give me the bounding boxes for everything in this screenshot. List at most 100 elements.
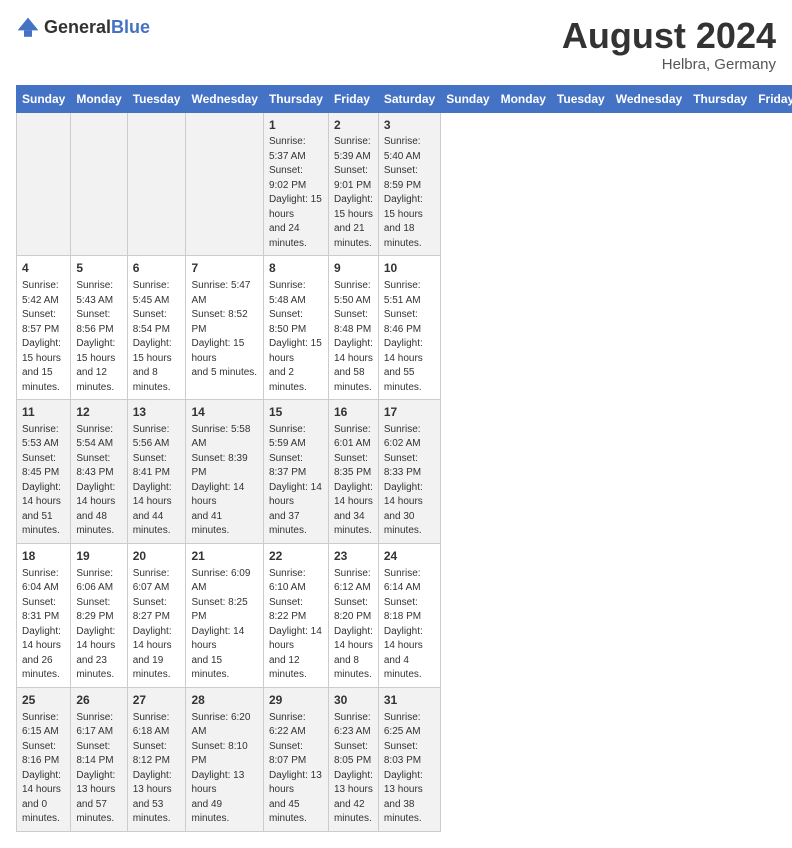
calendar-cell: 23 Sunrise: 6:12 AM Sunset: 8:20 PM Dayli…: [328, 543, 378, 687]
day-info: Sunrise: 5:58 AM Sunset: 8:39 PM Dayligh…: [191, 423, 257, 539]
day-info: Sunrise: 5:53 AM Sunset: 8:45 PM Dayligh…: [22, 423, 65, 539]
day-number: 9: [334, 260, 373, 277]
day-info: Sunrise: 6:07 AM Sunset: 8:27 PM Dayligh…: [133, 567, 181, 683]
day-number: 11: [22, 404, 65, 421]
day-info: Sunrise: 6:22 AM Sunset: 8:07 PM Dayligh…: [269, 711, 323, 827]
col-header-friday: Friday: [753, 85, 792, 112]
day-info: Sunrise: 6:06 AM Sunset: 8:29 PM Dayligh…: [76, 567, 121, 683]
day-info: Sunrise: 6:15 AM Sunset: 8:16 PM Dayligh…: [22, 711, 65, 827]
logo-blue-text: Blue: [111, 17, 150, 37]
col-header-tuesday: Tuesday: [127, 85, 186, 112]
calendar-cell: 30 Sunrise: 6:23 AM Sunset: 8:05 PM Dayli…: [328, 687, 378, 831]
day-number: 22: [269, 548, 323, 565]
logo-icon: [16, 16, 40, 40]
day-info: Sunrise: 6:12 AM Sunset: 8:20 PM Dayligh…: [334, 567, 373, 683]
calendar-cell: 16Sunrise: 6:01 AM Sunset: 8:35 PM Dayli…: [328, 400, 378, 544]
calendar-cell: 15Sunrise: 5:59 AM Sunset: 8:37 PM Dayli…: [263, 400, 328, 544]
day-number: 24: [384, 548, 435, 565]
calendar-cell: 27Sunrise: 6:18 AM Sunset: 8:12 PM Dayli…: [127, 687, 186, 831]
calendar-cell: 6Sunrise: 5:45 AM Sunset: 8:54 PM Daylig…: [127, 256, 186, 400]
logo-general-text: General: [44, 17, 111, 37]
page-header: GeneralBlue August 2024 Helbra, Germany: [16, 16, 776, 73]
calendar-week-row: 4Sunrise: 5:42 AM Sunset: 8:57 PM Daylig…: [17, 256, 792, 400]
calendar-cell: 4Sunrise: 5:42 AM Sunset: 8:57 PM Daylig…: [17, 256, 71, 400]
calendar-cell: 9 Sunrise: 5:50 AM Sunset: 8:48 PM Daylig…: [328, 256, 378, 400]
day-number: 19: [76, 548, 121, 565]
col-header-monday: Monday: [495, 85, 551, 112]
day-number: 31: [384, 692, 435, 709]
day-number: 7: [191, 260, 257, 277]
day-info: Sunrise: 5:56 AM Sunset: 8:41 PM Dayligh…: [133, 423, 181, 539]
calendar-cell: 26 Sunrise: 6:17 AM Sunset: 8:14 PM Dayli…: [71, 687, 127, 831]
day-number: 28: [191, 692, 257, 709]
title-block: August 2024 Helbra, Germany: [562, 16, 776, 73]
month-title: August 2024: [562, 16, 776, 56]
day-number: 25: [22, 692, 65, 709]
day-number: 2: [334, 117, 373, 134]
calendar-cell: [71, 112, 127, 256]
day-number: 27: [133, 692, 181, 709]
day-info: Sunrise: 5:43 AM Sunset: 8:56 PM Dayligh…: [76, 279, 121, 395]
col-header-sunday: Sunday: [17, 85, 71, 112]
day-info: Sunrise: 5:45 AM Sunset: 8:54 PM Dayligh…: [133, 279, 181, 395]
calendar-cell: 12 Sunrise: 5:54 AM Sunset: 8:43 PM Dayli…: [71, 400, 127, 544]
col-header-wednesday: Wednesday: [186, 85, 263, 112]
col-header-thursday: Thursday: [688, 85, 753, 112]
day-info: Sunrise: 6:09 AM Sunset: 8:25 PM Dayligh…: [191, 567, 257, 683]
day-number: 10: [384, 260, 435, 277]
calendar-cell: 25 Sunrise: 6:15 AM Sunset: 8:16 PM Dayli…: [17, 687, 71, 831]
calendar-cell: 2Sunrise: 5:39 AM Sunset: 9:01 PM Daylig…: [328, 112, 378, 256]
calendar-cell: 18Sunrise: 6:04 AM Sunset: 8:31 PM Dayli…: [17, 543, 71, 687]
col-header-tuesday: Tuesday: [551, 85, 610, 112]
col-header-friday: Friday: [328, 85, 378, 112]
calendar-cell: [186, 112, 263, 256]
day-number: 13: [133, 404, 181, 421]
day-number: 23: [334, 548, 373, 565]
day-info: Sunrise: 5:42 AM Sunset: 8:57 PM Dayligh…: [22, 279, 65, 395]
day-number: 29: [269, 692, 323, 709]
calendar-week-row: 1Sunrise: 5:37 AM Sunset: 9:02 PM Daylig…: [17, 112, 792, 256]
calendar-header-row: SundayMondayTuesdayWednesdayThursdayFrid…: [17, 85, 792, 112]
calendar-cell: 13 Sunrise: 5:56 AM Sunset: 8:41 PM Dayli…: [127, 400, 186, 544]
calendar-week-row: 18Sunrise: 6:04 AM Sunset: 8:31 PM Dayli…: [17, 543, 792, 687]
calendar-cell: 11 Sunrise: 5:53 AM Sunset: 8:45 PM Dayli…: [17, 400, 71, 544]
day-number: 8: [269, 260, 323, 277]
day-info: Sunrise: 6:10 AM Sunset: 8:22 PM Dayligh…: [269, 567, 323, 683]
calendar-cell: 17 Sunrise: 6:02 AM Sunset: 8:33 PM Dayli…: [378, 400, 440, 544]
calendar-cell: 29 Sunrise: 6:22 AM Sunset: 8:07 PM Dayli…: [263, 687, 328, 831]
calendar-cell: 21 Sunrise: 6:09 AM Sunset: 8:25 PM Dayli…: [186, 543, 263, 687]
day-number: 17: [384, 404, 435, 421]
day-info: Sunrise: 5:54 AM Sunset: 8:43 PM Dayligh…: [76, 423, 121, 539]
day-info: Sunrise: 5:59 AM Sunset: 8:37 PM Dayligh…: [269, 423, 323, 539]
day-info: Sunrise: 6:01 AM Sunset: 8:35 PM Dayligh…: [334, 423, 373, 539]
day-info: Sunrise: 6:20 AM Sunset: 8:10 PM Dayligh…: [191, 711, 257, 827]
calendar-cell: 7 Sunrise: 5:47 AM Sunset: 8:52 PM Daylig…: [186, 256, 263, 400]
col-header-monday: Monday: [71, 85, 127, 112]
day-info: Sunrise: 6:23 AM Sunset: 8:05 PM Dayligh…: [334, 711, 373, 827]
calendar-cell: 3Sunrise: 5:40 AM Sunset: 8:59 PM Daylig…: [378, 112, 440, 256]
day-number: 21: [191, 548, 257, 565]
day-info: Sunrise: 6:14 AM Sunset: 8:18 PM Dayligh…: [384, 567, 435, 683]
calendar-cell: 5Sunrise: 5:43 AM Sunset: 8:56 PM Daylig…: [71, 256, 127, 400]
day-info: Sunrise: 5:37 AM Sunset: 9:02 PM Dayligh…: [269, 135, 323, 251]
calendar-cell: 14Sunrise: 5:58 AM Sunset: 8:39 PM Dayli…: [186, 400, 263, 544]
calendar-cell: 28 Sunrise: 6:20 AM Sunset: 8:10 PM Dayli…: [186, 687, 263, 831]
day-info: Sunrise: 6:17 AM Sunset: 8:14 PM Dayligh…: [76, 711, 121, 827]
calendar-cell: 20Sunrise: 6:07 AM Sunset: 8:27 PM Dayli…: [127, 543, 186, 687]
calendar-cell: 24 Sunrise: 6:14 AM Sunset: 8:18 PM Dayli…: [378, 543, 440, 687]
day-number: 30: [334, 692, 373, 709]
day-number: 26: [76, 692, 121, 709]
day-info: Sunrise: 6:02 AM Sunset: 8:33 PM Dayligh…: [384, 423, 435, 539]
day-info: Sunrise: 5:50 AM Sunset: 8:48 PM Dayligh…: [334, 279, 373, 395]
col-header-thursday: Thursday: [263, 85, 328, 112]
day-number: 12: [76, 404, 121, 421]
day-info: Sunrise: 5:47 AM Sunset: 8:52 PM Dayligh…: [191, 279, 257, 381]
day-info: Sunrise: 5:48 AM Sunset: 8:50 PM Dayligh…: [269, 279, 323, 395]
calendar-cell: [127, 112, 186, 256]
day-info: Sunrise: 5:51 AM Sunset: 8:46 PM Dayligh…: [384, 279, 435, 395]
col-header-sunday: Sunday: [441, 85, 495, 112]
location-title: Helbra, Germany: [562, 56, 776, 73]
logo: GeneralBlue: [16, 16, 150, 40]
day-number: 18: [22, 548, 65, 565]
col-header-saturday: Saturday: [378, 85, 440, 112]
